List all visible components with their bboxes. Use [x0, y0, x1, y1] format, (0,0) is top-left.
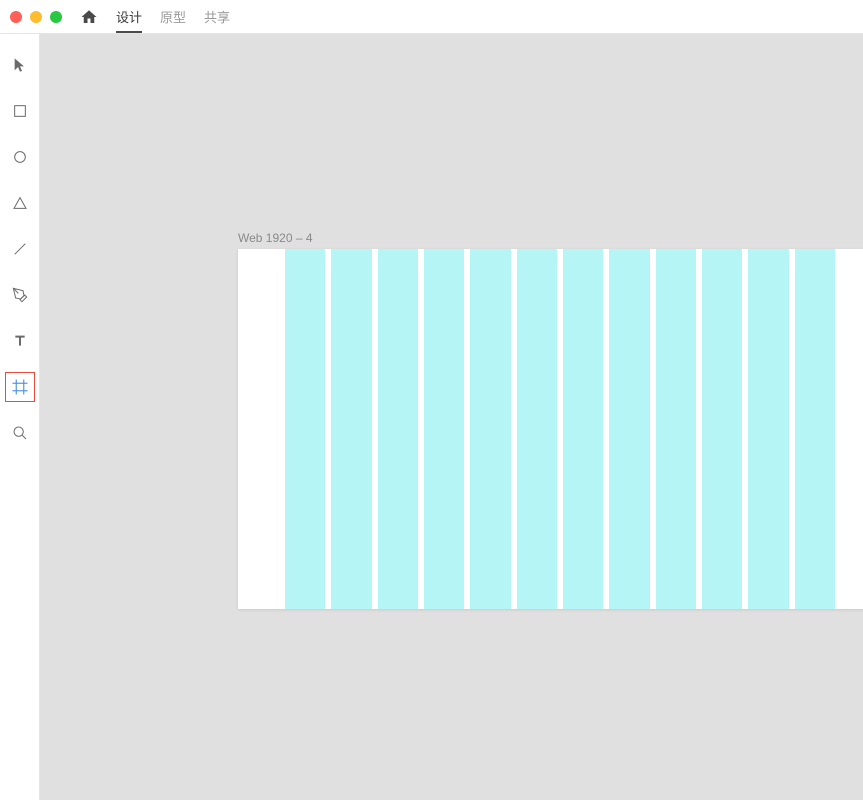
maximize-window-button[interactable]: [50, 11, 62, 23]
grid-column: [378, 249, 418, 609]
window-controls: [10, 11, 62, 23]
text-tool[interactable]: [5, 326, 35, 356]
text-icon: [12, 333, 28, 349]
grid-column: [424, 249, 464, 609]
rectangle-tool[interactable]: [5, 96, 35, 126]
grid-column: [331, 249, 371, 609]
tab-share[interactable]: 共享: [204, 0, 230, 33]
ellipse-icon: [12, 149, 28, 165]
triangle-tool[interactable]: [5, 188, 35, 218]
zoom-icon: [12, 425, 28, 441]
rectangle-icon: [12, 103, 28, 119]
canvas[interactable]: Web 1920 – 4: [40, 34, 863, 800]
tab-design[interactable]: 设计: [116, 0, 142, 33]
select-tool[interactable]: [5, 50, 35, 80]
grid-column: [285, 249, 325, 609]
grid-column: [656, 249, 696, 609]
layout-grid: [285, 249, 835, 609]
zoom-tool[interactable]: [5, 418, 35, 448]
home-icon: [80, 8, 98, 26]
ellipse-tool[interactable]: [5, 142, 35, 172]
artboard-label[interactable]: Web 1920 – 4: [238, 231, 313, 245]
grid-column: [517, 249, 557, 609]
pen-icon: [12, 287, 28, 303]
grid-column: [795, 249, 835, 609]
select-icon: [12, 57, 28, 73]
mode-tabs: 设计 原型 共享: [116, 0, 230, 33]
grid-column: [563, 249, 603, 609]
close-window-button[interactable]: [10, 11, 22, 23]
main-area: Web 1920 – 4: [0, 34, 863, 800]
titlebar: 设计 原型 共享: [0, 0, 863, 34]
grid-column: [702, 249, 742, 609]
pen-tool[interactable]: [5, 280, 35, 310]
tab-prototype[interactable]: 原型: [160, 0, 186, 33]
line-tool[interactable]: [5, 234, 35, 264]
grid-column: [470, 249, 510, 609]
triangle-icon: [12, 195, 28, 211]
minimize-window-button[interactable]: [30, 11, 42, 23]
grid-column: [609, 249, 649, 609]
home-button[interactable]: [80, 8, 98, 26]
grid-column: [748, 249, 788, 609]
left-toolbar: [0, 34, 40, 800]
artboard-icon: [11, 378, 29, 396]
artboard[interactable]: [238, 249, 863, 609]
artboard-tool[interactable]: [5, 372, 35, 402]
line-icon: [12, 241, 28, 257]
